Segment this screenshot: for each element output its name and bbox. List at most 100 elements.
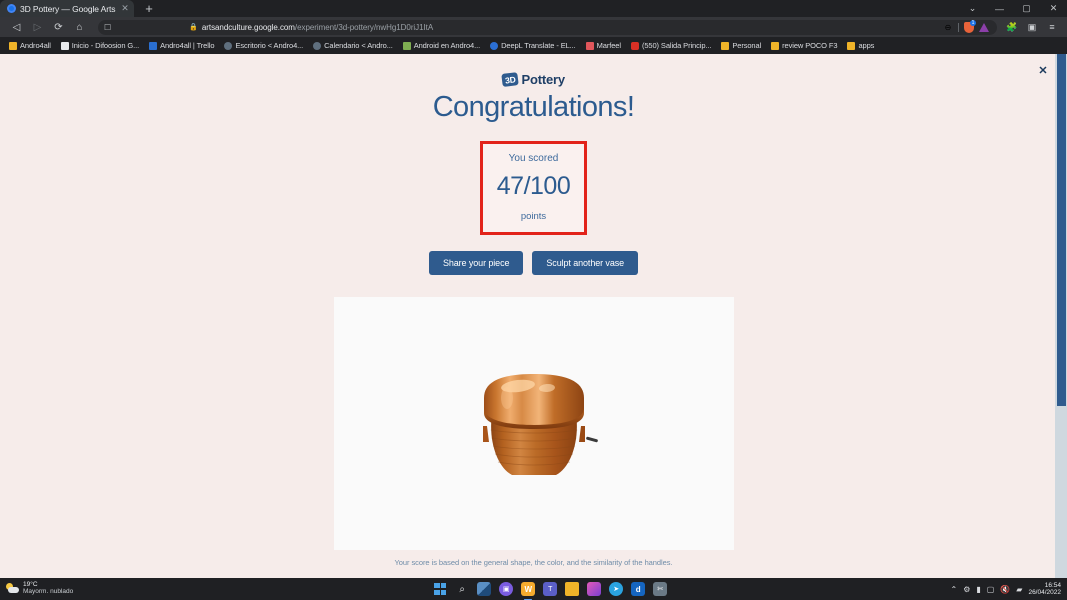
vase-shoulder: [483, 374, 584, 426]
bookmark-item[interactable]: Personal: [716, 39, 766, 53]
weather-description: Mayorm. nublado: [23, 588, 74, 595]
maximize-button[interactable]: ▢: [1013, 0, 1040, 17]
adblock-shield-icon[interactable]: 1: [964, 19, 976, 33]
taskbar-apps: ⌕ ▣ W T ➤ d ✄: [150, 582, 950, 600]
bookmark-item[interactable]: review POCO F3: [766, 39, 842, 53]
android-icon: [402, 41, 411, 50]
telegram-icon[interactable]: ➤: [609, 582, 624, 596]
task-view-icon[interactable]: [477, 582, 492, 596]
close-window-button[interactable]: ✕: [1040, 0, 1067, 17]
bookmark-item[interactable]: DeepL Translate - EL...: [485, 39, 581, 53]
system-tray: ⌃ ⚙ ▮ ▢ 🔇 ▰ 16:54 26/04/2022: [950, 582, 1067, 597]
back-icon[interactable]: ◁: [6, 18, 27, 36]
bookmark-item[interactable]: Inicio - Difoosion G...: [56, 39, 144, 53]
scrollbar-thumb[interactable]: [1057, 54, 1066, 406]
search-icon[interactable]: ⌕: [455, 582, 469, 596]
start-button[interactable]: [433, 582, 447, 596]
jdownloader-icon[interactable]: d: [631, 582, 646, 596]
url-path: /experiment/3d-pottery/nwHg1D0riJ1ItA: [294, 22, 434, 32]
new-tab-button[interactable]: +: [142, 2, 156, 15]
globe-icon: [313, 41, 322, 50]
score-unit-label: points: [520, 211, 547, 222]
bookmark-item[interactable]: apps: [842, 39, 879, 53]
battery-icon[interactable]: ▰: [1016, 585, 1022, 594]
pottery-favicon: [7, 4, 16, 13]
settings-icon[interactable]: ⚙: [963, 585, 970, 594]
share-your-piece-button[interactable]: Share your piece: [428, 251, 524, 275]
clock[interactable]: 16:54 26/04/2022: [1028, 582, 1061, 597]
bookmark-item[interactable]: Andro4all: [4, 39, 56, 53]
score-value: 47/100: [496, 172, 571, 200]
minimize-button[interactable]: —: [986, 0, 1013, 17]
browser-window: 3D Pottery — Google Arts & Cult ✕ + ⌄ — …: [0, 0, 1067, 578]
bookmark-star-icon[interactable]: ☐: [104, 23, 111, 32]
pottery-vase-3d-render[interactable]: [474, 368, 598, 483]
bookmark-label: Calendario < Andro...: [324, 41, 393, 50]
score-panel: You scored 47/100 points: [480, 141, 587, 235]
bookmark-item[interactable]: (550) Salida Princip...: [626, 39, 716, 53]
url-text: artsandculture.google.com/experiment/3d-…: [202, 23, 433, 32]
vase-preview-card: [333, 297, 734, 550]
app-logo: 3D Pottery: [0, 54, 1067, 87]
marfeel-icon: [585, 41, 594, 50]
extension-triangle-icon[interactable]: [979, 22, 989, 32]
address-bar[interactable]: ☐ 🔒 artsandculture.google.com/experiment…: [98, 19, 997, 35]
weather-widget[interactable]: 19°C Mayorm. nublado: [0, 581, 150, 596]
bookmark-label: Escritorio < Andro4...: [235, 41, 304, 50]
bookmark-label: Inicio - Difoosion G...: [71, 41, 140, 50]
bookmark-item[interactable]: Calendario < Andro...: [308, 39, 398, 53]
score-label: You scored: [508, 153, 559, 164]
bookmark-label: Andro4all: [20, 41, 51, 50]
zoom-out-icon[interactable]: ⊖: [943, 22, 953, 32]
page-scrollbar[interactable]: [1055, 54, 1067, 578]
folder-icon: [721, 41, 730, 50]
tab-close-icon[interactable]: ✕: [120, 4, 130, 13]
file-explorer-icon[interactable]: [565, 582, 580, 596]
extensions-icon[interactable]: 🧩: [1003, 18, 1021, 36]
url-domain: artsandculture.google.com: [201, 22, 295, 32]
score-explanation: Your score is based on the general shape…: [394, 558, 673, 567]
gmail-icon: [630, 41, 639, 50]
page-content: ✕ 3D Pottery Congratulations! You scored…: [0, 54, 1067, 578]
bookmark-label: (550) Salida Princip...: [641, 41, 712, 50]
lock-icon: 🔒: [189, 24, 198, 31]
chevron-up-icon[interactable]: ⌃: [950, 585, 957, 594]
toolbar-right: 🧩 ▣ ≡: [1003, 18, 1061, 36]
folder-icon: [847, 41, 856, 50]
partly-cloudy-icon: [6, 583, 19, 595]
network-icon[interactable]: ▮: [976, 585, 980, 594]
vase-svg: [482, 374, 585, 475]
bookmark-item[interactable]: Android en Andro4...: [398, 39, 485, 53]
tab-search-icon[interactable]: ⌄: [959, 0, 986, 17]
bookmark-item[interactable]: Andro4all | Trello: [144, 39, 219, 53]
folder-icon: [9, 41, 17, 50]
home-icon[interactable]: ⌂: [69, 18, 90, 36]
bookmark-item[interactable]: Marfeel: [581, 39, 626, 53]
logo-wordmark: Pottery: [521, 72, 566, 87]
bookmark-label: Personal: [732, 41, 762, 50]
profile-avatar[interactable]: ▣: [1023, 18, 1041, 36]
volume-mute-icon[interactable]: 🔇: [1000, 585, 1010, 594]
tab-strip: 3D Pottery — Google Arts & Cult ✕ + ⌄ — …: [0, 0, 1067, 17]
bookmark-item[interactable]: Escritorio < Andro4...: [219, 39, 308, 53]
forward-icon[interactable]: ▷: [27, 18, 48, 36]
bookmarks-bar: Andro4all Inicio - Difoosion G... Andro4al…: [0, 37, 1067, 54]
display-icon[interactable]: ▢: [987, 585, 995, 594]
vase-handle-left: [482, 426, 489, 442]
reload-icon[interactable]: ⟳: [48, 18, 69, 36]
logo-3d-badge: 3D: [501, 72, 520, 87]
action-buttons: Share your piece Sculpt another vase: [0, 251, 1067, 275]
zoom-app-icon[interactable]: ▣: [499, 582, 514, 596]
snip-tool-icon[interactable]: ✄: [653, 582, 668, 596]
close-icon[interactable]: ✕: [1035, 63, 1051, 79]
windows-logo-icon: [434, 583, 447, 595]
wondershare-icon[interactable]: W: [521, 582, 536, 600]
bookmark-label: Marfeel: [596, 41, 621, 50]
tab-3d-pottery[interactable]: 3D Pottery — Google Arts & Cult ✕: [0, 0, 134, 17]
adblock-count-badge: 1: [970, 19, 976, 26]
chrome-menu-icon[interactable]: ≡: [1043, 18, 1061, 36]
sculpt-another-vase-button[interactable]: Sculpt another vase: [532, 251, 639, 275]
teams-icon[interactable]: T: [543, 582, 558, 596]
photoshop-icon[interactable]: [587, 582, 602, 596]
bookmark-label: apps: [858, 41, 875, 50]
